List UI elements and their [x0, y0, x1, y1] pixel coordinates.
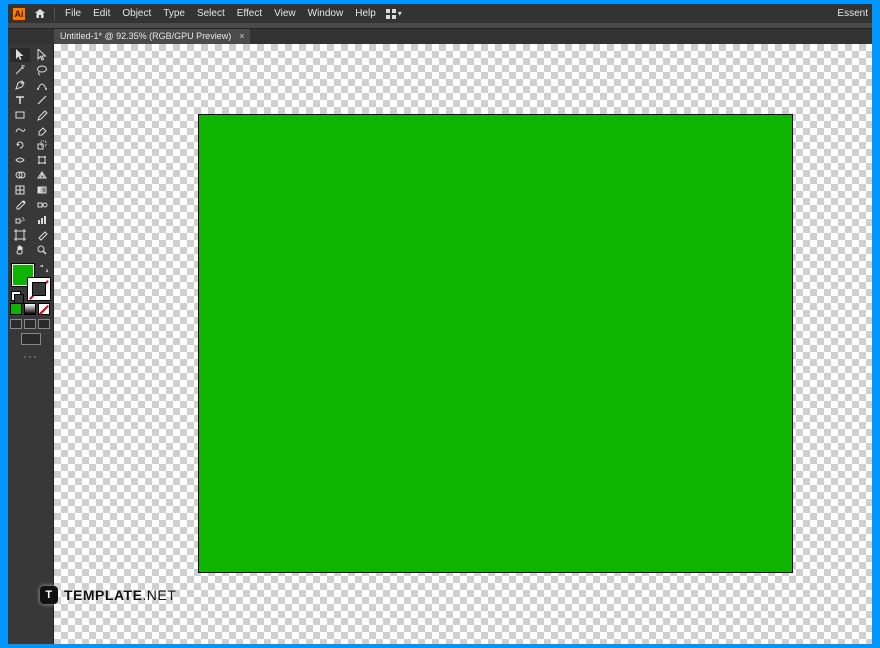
magic-wand-tool[interactable] [10, 63, 30, 77]
document-tab[interactable]: Untitled-1* @ 92.35% (RGB/GPU Preview) × [54, 29, 250, 44]
blend-tool[interactable] [32, 198, 52, 212]
line-segment-tool[interactable] [32, 93, 52, 107]
symbol-sprayer-tool[interactable] [10, 213, 30, 227]
color-mode-solid[interactable] [10, 303, 22, 315]
lasso-tool[interactable] [32, 63, 52, 77]
gradient-tool[interactable] [32, 183, 52, 197]
scale-tool[interactable] [32, 138, 52, 152]
document-tabs: Untitled-1* @ 92.35% (RGB/GPU Preview) × [8, 29, 872, 44]
eyedropper-tool[interactable] [10, 198, 30, 212]
color-mode-none[interactable] [38, 303, 50, 315]
canvas-area[interactable] [54, 44, 872, 644]
app-frame: Ai File Edit Object Type Select Effect V… [8, 4, 872, 644]
artboard-tool[interactable] [10, 228, 30, 242]
workspace-label[interactable]: Essent [837, 8, 872, 19]
paintbrush-tool[interactable] [32, 108, 52, 122]
menu-object[interactable]: Object [116, 5, 157, 22]
artboard-rectangle[interactable] [198, 114, 793, 573]
draw-mode-row [8, 317, 53, 331]
stroke-swatch[interactable] [27, 277, 51, 301]
menu-help[interactable]: Help [349, 5, 382, 22]
curvature-tool[interactable] [32, 78, 52, 92]
watermark-logo: T [40, 586, 58, 604]
direct-selection-tool[interactable] [32, 48, 52, 62]
menu-window[interactable]: Window [302, 5, 350, 22]
selection-tool[interactable] [10, 48, 30, 62]
menu-view[interactable]: View [268, 5, 302, 22]
menu-file[interactable]: File [59, 5, 87, 22]
menu-select[interactable]: Select [191, 5, 231, 22]
edit-toolbar-icon[interactable]: ··· [8, 347, 53, 363]
chevron-down-icon: ▾ [398, 9, 402, 18]
draw-normal[interactable] [10, 319, 22, 329]
shaper-tool[interactable] [10, 123, 30, 137]
grid-icon [386, 9, 396, 19]
perspective-grid-tool[interactable] [32, 168, 52, 182]
width-tool[interactable] [10, 153, 30, 167]
free-transform-tool[interactable] [32, 153, 52, 167]
home-icon[interactable] [30, 8, 50, 19]
type-tool[interactable] [10, 93, 30, 107]
column-graph-tool[interactable] [32, 213, 52, 227]
menu-type[interactable]: Type [157, 5, 191, 22]
menu-edit[interactable]: Edit [87, 5, 116, 22]
watermark-text-bold: TEMPLATE [64, 587, 142, 603]
rectangle-tool[interactable] [10, 108, 30, 122]
rotate-tool[interactable] [10, 138, 30, 152]
draw-inside[interactable] [38, 319, 50, 329]
menu-effect[interactable]: Effect [231, 5, 268, 22]
close-icon[interactable]: × [239, 31, 244, 41]
fill-stroke-swatches[interactable] [11, 263, 51, 301]
toolbox: ··· [8, 44, 54, 644]
screen-mode-button[interactable] [21, 333, 41, 345]
swap-fill-stroke-icon[interactable] [38, 263, 50, 275]
document-tab-title: Untitled-1* @ 92.35% (RGB/GPU Preview) [60, 31, 231, 41]
pen-tool[interactable] [10, 78, 30, 92]
shape-builder-tool[interactable] [10, 168, 30, 182]
slice-tool[interactable] [32, 228, 52, 242]
default-fill-stroke-icon[interactable] [11, 291, 21, 301]
zoom-tool[interactable] [32, 243, 52, 257]
workspace-switcher[interactable]: ▾ [382, 9, 406, 19]
color-mode-row [8, 303, 53, 317]
separator [54, 7, 55, 21]
color-mode-gradient[interactable] [24, 303, 36, 315]
mesh-tool[interactable] [10, 183, 30, 197]
watermark: T TEMPLATE.NET [40, 586, 176, 604]
eraser-tool[interactable] [32, 123, 52, 137]
menubar: Ai File Edit Object Type Select Effect V… [8, 4, 872, 23]
app-icon: Ai [12, 7, 26, 21]
draw-behind[interactable] [24, 319, 36, 329]
hand-tool[interactable] [10, 243, 30, 257]
watermark-text-thin: .NET [142, 587, 176, 603]
